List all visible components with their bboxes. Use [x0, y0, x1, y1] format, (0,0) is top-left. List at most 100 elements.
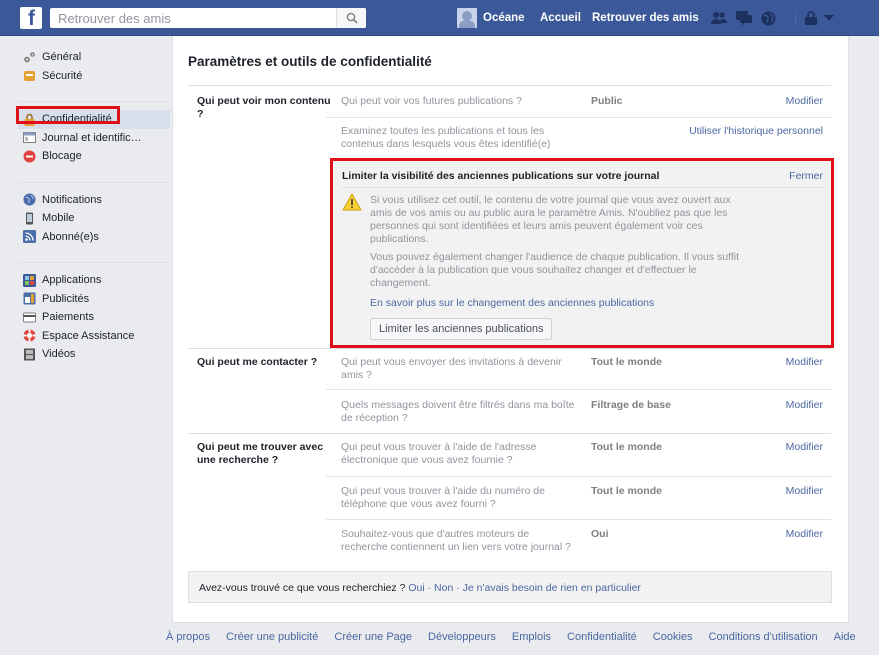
footer-link-developers[interactable]: Développeurs — [428, 631, 496, 643]
home-label: Accueil — [540, 12, 581, 24]
sidebar-item-label: Sécurité — [42, 69, 83, 82]
home-link[interactable]: Accueil — [540, 0, 581, 36]
edit-link[interactable]: Modifier — [786, 528, 823, 540]
activity-log-link[interactable]: Utiliser l'historique personnel — [689, 125, 823, 137]
privacy-shortcuts-icon[interactable] — [803, 10, 819, 26]
divider — [188, 348, 831, 349]
sidebar-item-label: Journal et identific… — [42, 131, 142, 144]
divider — [326, 519, 831, 520]
setting-question: Quels messages doivent être filtrés dans… — [341, 399, 575, 424]
setting-value: Filtrage de base — [591, 399, 671, 411]
nothing-in-particular-link[interactable]: Je n'avais besoin de rien en particulier — [463, 582, 641, 594]
lock-icon — [24, 113, 35, 126]
setting-value: Tout le monde — [591, 485, 662, 497]
setting-question: Examinez toutes les publications et tous… — [341, 125, 551, 150]
setting-question: Qui peut voir vos futures publications ? — [341, 95, 522, 107]
ads-icon — [23, 292, 36, 305]
facebook-logo-icon[interactable]: f — [20, 7, 42, 30]
sidebar-item-followers[interactable]: Abonné(e)s — [18, 228, 170, 247]
sidebar-item-label: Général — [42, 51, 82, 64]
sidebar-item-label: Vidéos — [42, 348, 76, 361]
search-button[interactable] — [336, 8, 366, 28]
section-label-content: Qui peut voir mon contenu ? — [197, 95, 331, 120]
edit-link[interactable]: Modifier — [786, 399, 823, 411]
limit-past-posts-title: Limiter la visibilité des anciennes publ… — [342, 170, 660, 182]
edit-link[interactable]: Modifier — [786, 485, 823, 497]
avatar — [457, 8, 477, 28]
profile-link[interactable]: Océane — [457, 0, 525, 36]
apps-icon — [23, 273, 36, 287]
sidebar-item-payments[interactable]: Paiements — [18, 308, 170, 327]
footer-link-privacy[interactable]: Confidentialité — [567, 631, 637, 643]
sidebar-group-privacy: Confidentialité Journal et identific… Bl… — [18, 101, 170, 174]
search-box — [50, 8, 366, 28]
sidebar-group-apps: Applications Publicités Paiements Espace… — [18, 262, 170, 372]
setting-question: Qui peut vous trouver à l'aide du numéro… — [341, 485, 545, 510]
rss-icon — [23, 230, 36, 244]
sidebar-item-general[interactable]: Général — [18, 48, 170, 67]
notifications-globe-icon[interactable] — [760, 10, 777, 27]
search-icon — [346, 12, 358, 24]
messages-icon[interactable] — [735, 10, 753, 26]
top-bar: f Océane Accueil Retrouver des amis — [0, 0, 879, 36]
limit-past-posts-button[interactable]: Limiter les anciennes publications — [370, 318, 553, 340]
page-title: Paramètres et outils de confidentialité — [188, 54, 432, 69]
edit-link[interactable]: Modifier — [786, 356, 823, 368]
setting-question: Qui peut vous trouver à l'aide de l'adre… — [341, 441, 537, 466]
no-link[interactable]: Non — [434, 582, 453, 594]
section-label-lookup: Qui peut me trouver avec une recherche ? — [197, 441, 324, 466]
sidebar-item-ads[interactable]: Publicités — [18, 290, 170, 309]
setting-value: Oui — [591, 528, 609, 540]
page-footer: À propos Créer une publicité Créer une P… — [166, 631, 856, 643]
close-link[interactable]: Fermer — [789, 170, 823, 182]
limit-past-posts-panel: Limiter la visibilité des anciennes publ… — [330, 158, 834, 348]
privacy-settings-panel: Paramètres et outils de confidentialité … — [172, 36, 849, 623]
friend-requests-icon[interactable] — [710, 10, 728, 26]
sidebar-item-label: Notifications — [42, 193, 102, 206]
footer-link-careers[interactable]: Emplois — [512, 631, 551, 643]
sidebar-group-general: Général Sécurité — [18, 48, 170, 93]
footer-link-help[interactable]: Aide — [834, 631, 856, 643]
sidebar-item-label: Blocage — [42, 150, 82, 163]
sidebar-item-timeline[interactable]: Journal et identific… — [18, 129, 170, 148]
footer-link-terms[interactable]: Conditions d'utilisation — [709, 631, 818, 643]
sidebar-item-label: Confidentialité — [42, 113, 112, 126]
sidebar-item-apps[interactable]: Applications — [18, 271, 170, 290]
footer-link-create-ad[interactable]: Créer une publicité — [226, 631, 318, 643]
sidebar-item-blocking[interactable]: Blocage — [18, 147, 170, 166]
learn-more-link[interactable]: En savoir plus sur le changement des anc… — [370, 297, 654, 309]
badge-icon — [24, 71, 35, 82]
sidebar-item-label: Paiements — [42, 311, 94, 324]
divider — [326, 476, 831, 477]
find-friends-link[interactable]: Retrouver des amis — [592, 0, 699, 36]
setting-value: Public — [591, 95, 623, 107]
lifebuoy-icon — [23, 329, 36, 342]
sidebar-item-notifications[interactable]: Notifications — [18, 191, 170, 210]
sidebar-item-label: Publicités — [42, 292, 90, 305]
limit-description-secondary: Vous pouvez également changer l'audience… — [370, 251, 739, 289]
sidebar-item-privacy[interactable]: Confidentialité — [18, 110, 170, 129]
sidebar-item-support[interactable]: Espace Assistance — [18, 327, 170, 346]
footer-link-create-page[interactable]: Créer une Page — [334, 631, 412, 643]
separator: · — [456, 582, 460, 594]
setting-question: Souhaitez-vous que d'autres moteurs de r… — [341, 528, 571, 553]
footer-link-about[interactable]: À propos — [166, 631, 210, 643]
setting-question: Qui peut vous envoyer des invitations à … — [341, 356, 562, 381]
divider — [326, 117, 831, 118]
search-input[interactable] — [50, 8, 340, 28]
user-name: Océane — [483, 12, 525, 24]
footer-link-cookies[interactable]: Cookies — [653, 631, 693, 643]
sidebar-item-label: Applications — [42, 274, 102, 287]
sidebar-item-mobile[interactable]: Mobile — [18, 209, 170, 228]
edit-link[interactable]: Modifier — [786, 95, 823, 107]
block-icon — [23, 150, 36, 163]
sidebar-item-security[interactable]: Sécurité — [18, 67, 170, 86]
timeline-icon — [23, 132, 36, 144]
sidebar-item-videos[interactable]: Vidéos — [18, 345, 170, 364]
yes-link[interactable]: Oui — [408, 582, 424, 594]
chevron-down-icon[interactable] — [824, 15, 834, 21]
divider — [326, 389, 831, 390]
edit-link[interactable]: Modifier — [786, 441, 823, 453]
sidebar-group-notifications: Notifications Mobile Abonné(e)s — [18, 181, 170, 255]
settings-sidebar: Général Sécurité Confidentialité Journal… — [18, 48, 170, 380]
